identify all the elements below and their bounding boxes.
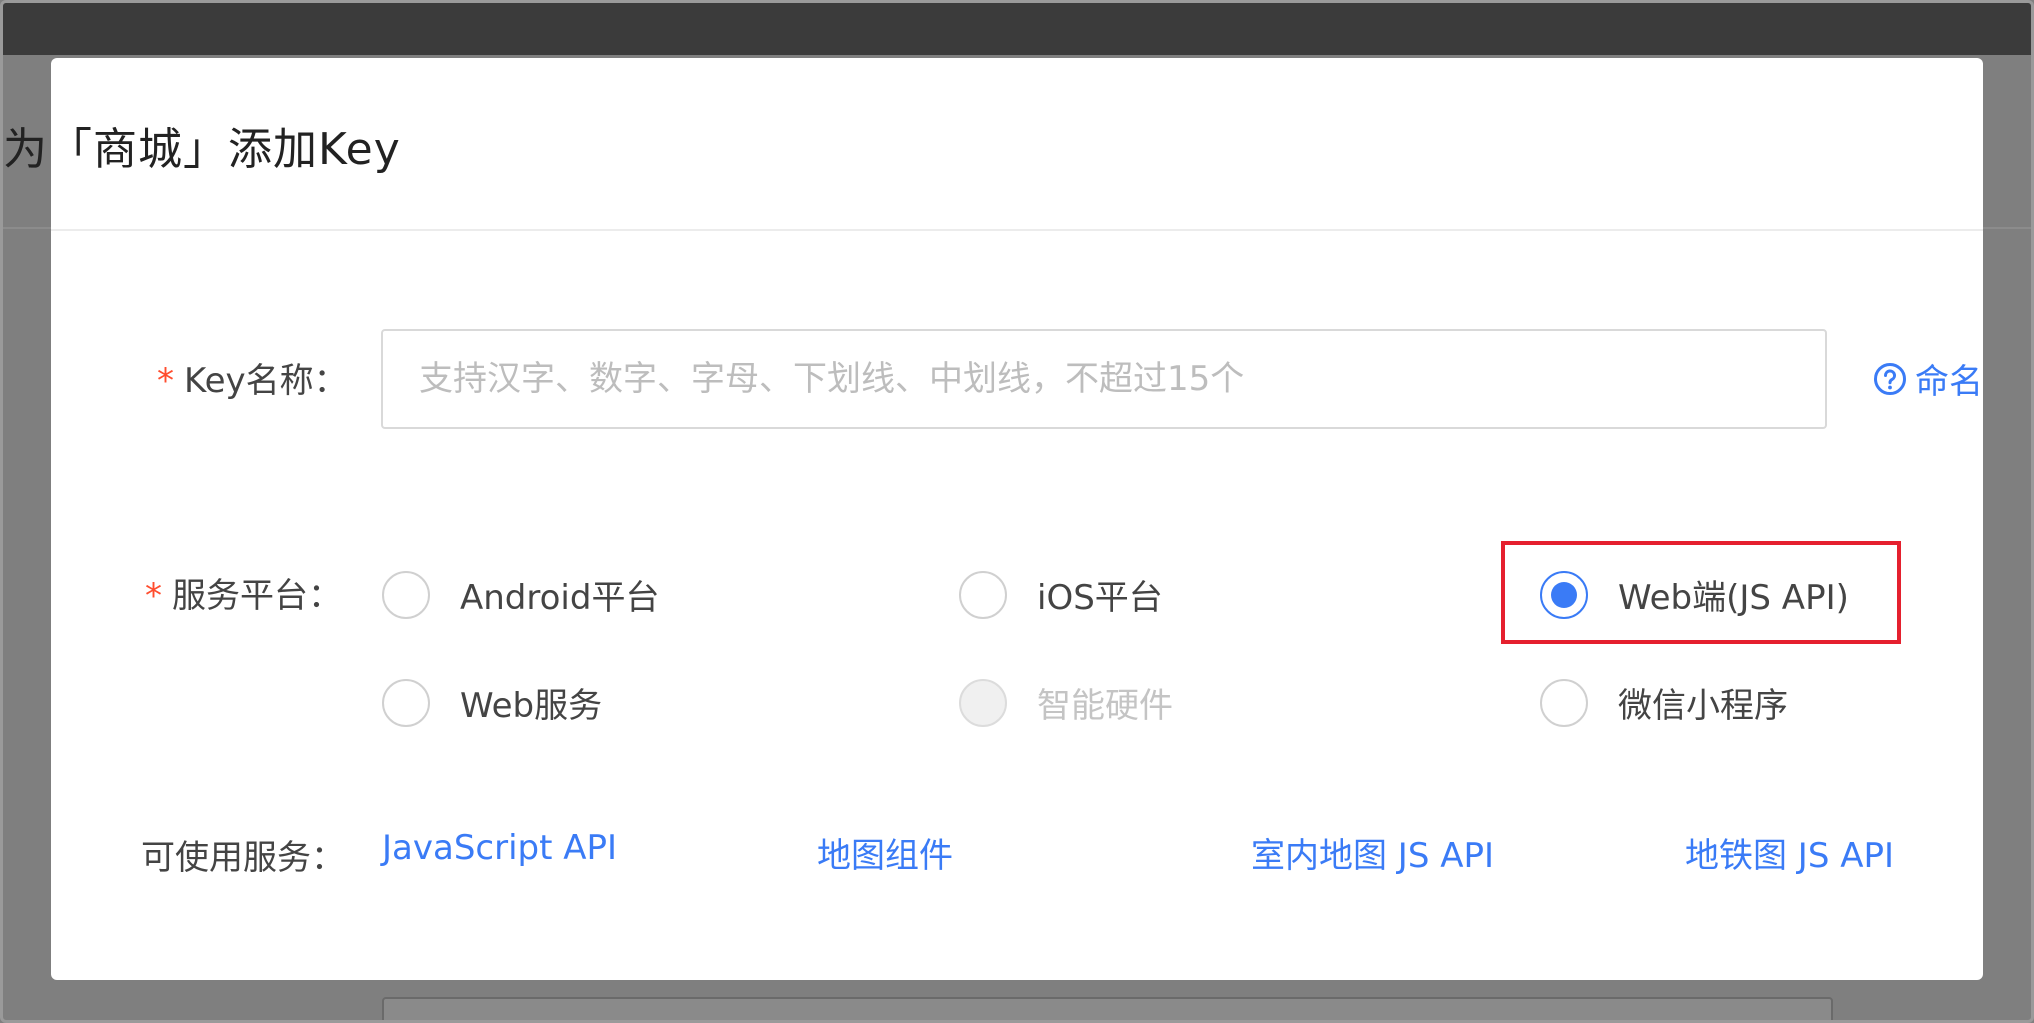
radio-web-service-label: Web服务 xyxy=(460,686,603,726)
radio-circle-checked[interactable] xyxy=(1540,570,1588,619)
service-link-map-components[interactable]: 地图组件 xyxy=(817,828,953,877)
dialog-header-divider xyxy=(51,229,1983,231)
required-mark: * xyxy=(157,361,174,401)
screenshot-frame: 为「商城」添加Key *Key名称： 命名规 *服务平台： Android平台 … xyxy=(0,0,2034,1023)
radio-circle[interactable] xyxy=(1540,678,1588,727)
platform-label: * 服务平台： xyxy=(145,568,342,617)
radio-circle[interactable] xyxy=(959,570,1007,619)
radio-web-service[interactable]: Web服务 xyxy=(382,678,602,727)
naming-rules-text: 命名规 xyxy=(1915,362,1983,402)
radio-ios[interactable]: iOS平台 xyxy=(959,570,1163,619)
radio-wechat-miniprogram[interactable]: 微信小程序 xyxy=(1540,678,1788,727)
radio-smart-hardware-label: 智能硬件 xyxy=(1037,686,1173,726)
background-input xyxy=(382,997,1833,1020)
radio-circle[interactable] xyxy=(382,570,430,619)
service-link-javascript-api[interactable]: JavaScript API xyxy=(382,828,617,868)
radio-android-label: Android平台 xyxy=(460,578,660,618)
radio-web-js-api[interactable]: Web端(JS API) xyxy=(1540,570,1849,619)
service-link-indoor-map[interactable]: 室内地图 JS API xyxy=(1251,828,1494,877)
available-services-label: 可使用服务： xyxy=(141,838,345,878)
add-key-dialog: *Key名称： 命名规 *服务平台： Android平台 iOS平台 Web端(… xyxy=(51,58,1983,980)
radio-circle-disabled xyxy=(959,678,1007,727)
key-name-label: * Key名称： xyxy=(157,353,348,402)
page-top-bar xyxy=(3,3,2031,55)
key-name-input[interactable] xyxy=(381,329,1827,429)
radio-wechat-miniprogram-label: 微信小程序 xyxy=(1618,686,1788,726)
radio-smart-hardware: 智能硬件 xyxy=(959,678,1173,727)
radio-android[interactable]: Android平台 xyxy=(382,570,659,619)
service-link-subway-map[interactable]: 地铁图 JS API xyxy=(1685,828,1894,877)
radio-circle[interactable] xyxy=(382,678,430,727)
question-circle-icon xyxy=(1874,362,1906,395)
radio-web-js-api-label: Web端(JS API) xyxy=(1618,578,1849,618)
radio-ios-label: iOS平台 xyxy=(1037,578,1163,618)
dialog-title: 为「商城」添加Key xyxy=(3,124,401,175)
platform-label-text: 服务平台： xyxy=(172,576,342,616)
required-mark: * xyxy=(145,576,162,616)
key-name-label-text: Key名称： xyxy=(184,361,348,401)
naming-rules-link[interactable]: 命名规 xyxy=(1873,354,1983,403)
